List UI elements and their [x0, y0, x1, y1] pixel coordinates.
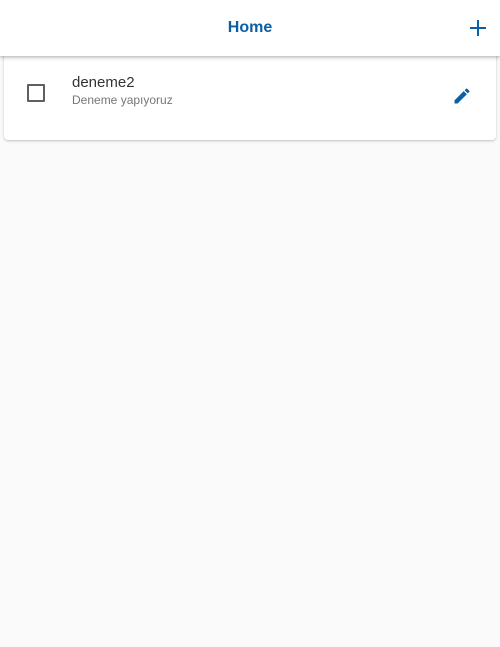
page-title: Home: [227, 19, 273, 36]
plus-icon: [470, 20, 486, 36]
item-title: deneme2: [72, 74, 135, 91]
app-bar: Home: [0, 0, 500, 56]
list-item: deneme2 Deneme yapıyoruz: [4, 52, 496, 140]
item-subtitle: Deneme yapıyoruz: [72, 93, 173, 107]
edit-button[interactable]: [450, 84, 474, 108]
add-button[interactable]: [466, 16, 490, 40]
complete-checkbox[interactable]: [27, 84, 45, 102]
pencil-icon: [454, 88, 470, 104]
